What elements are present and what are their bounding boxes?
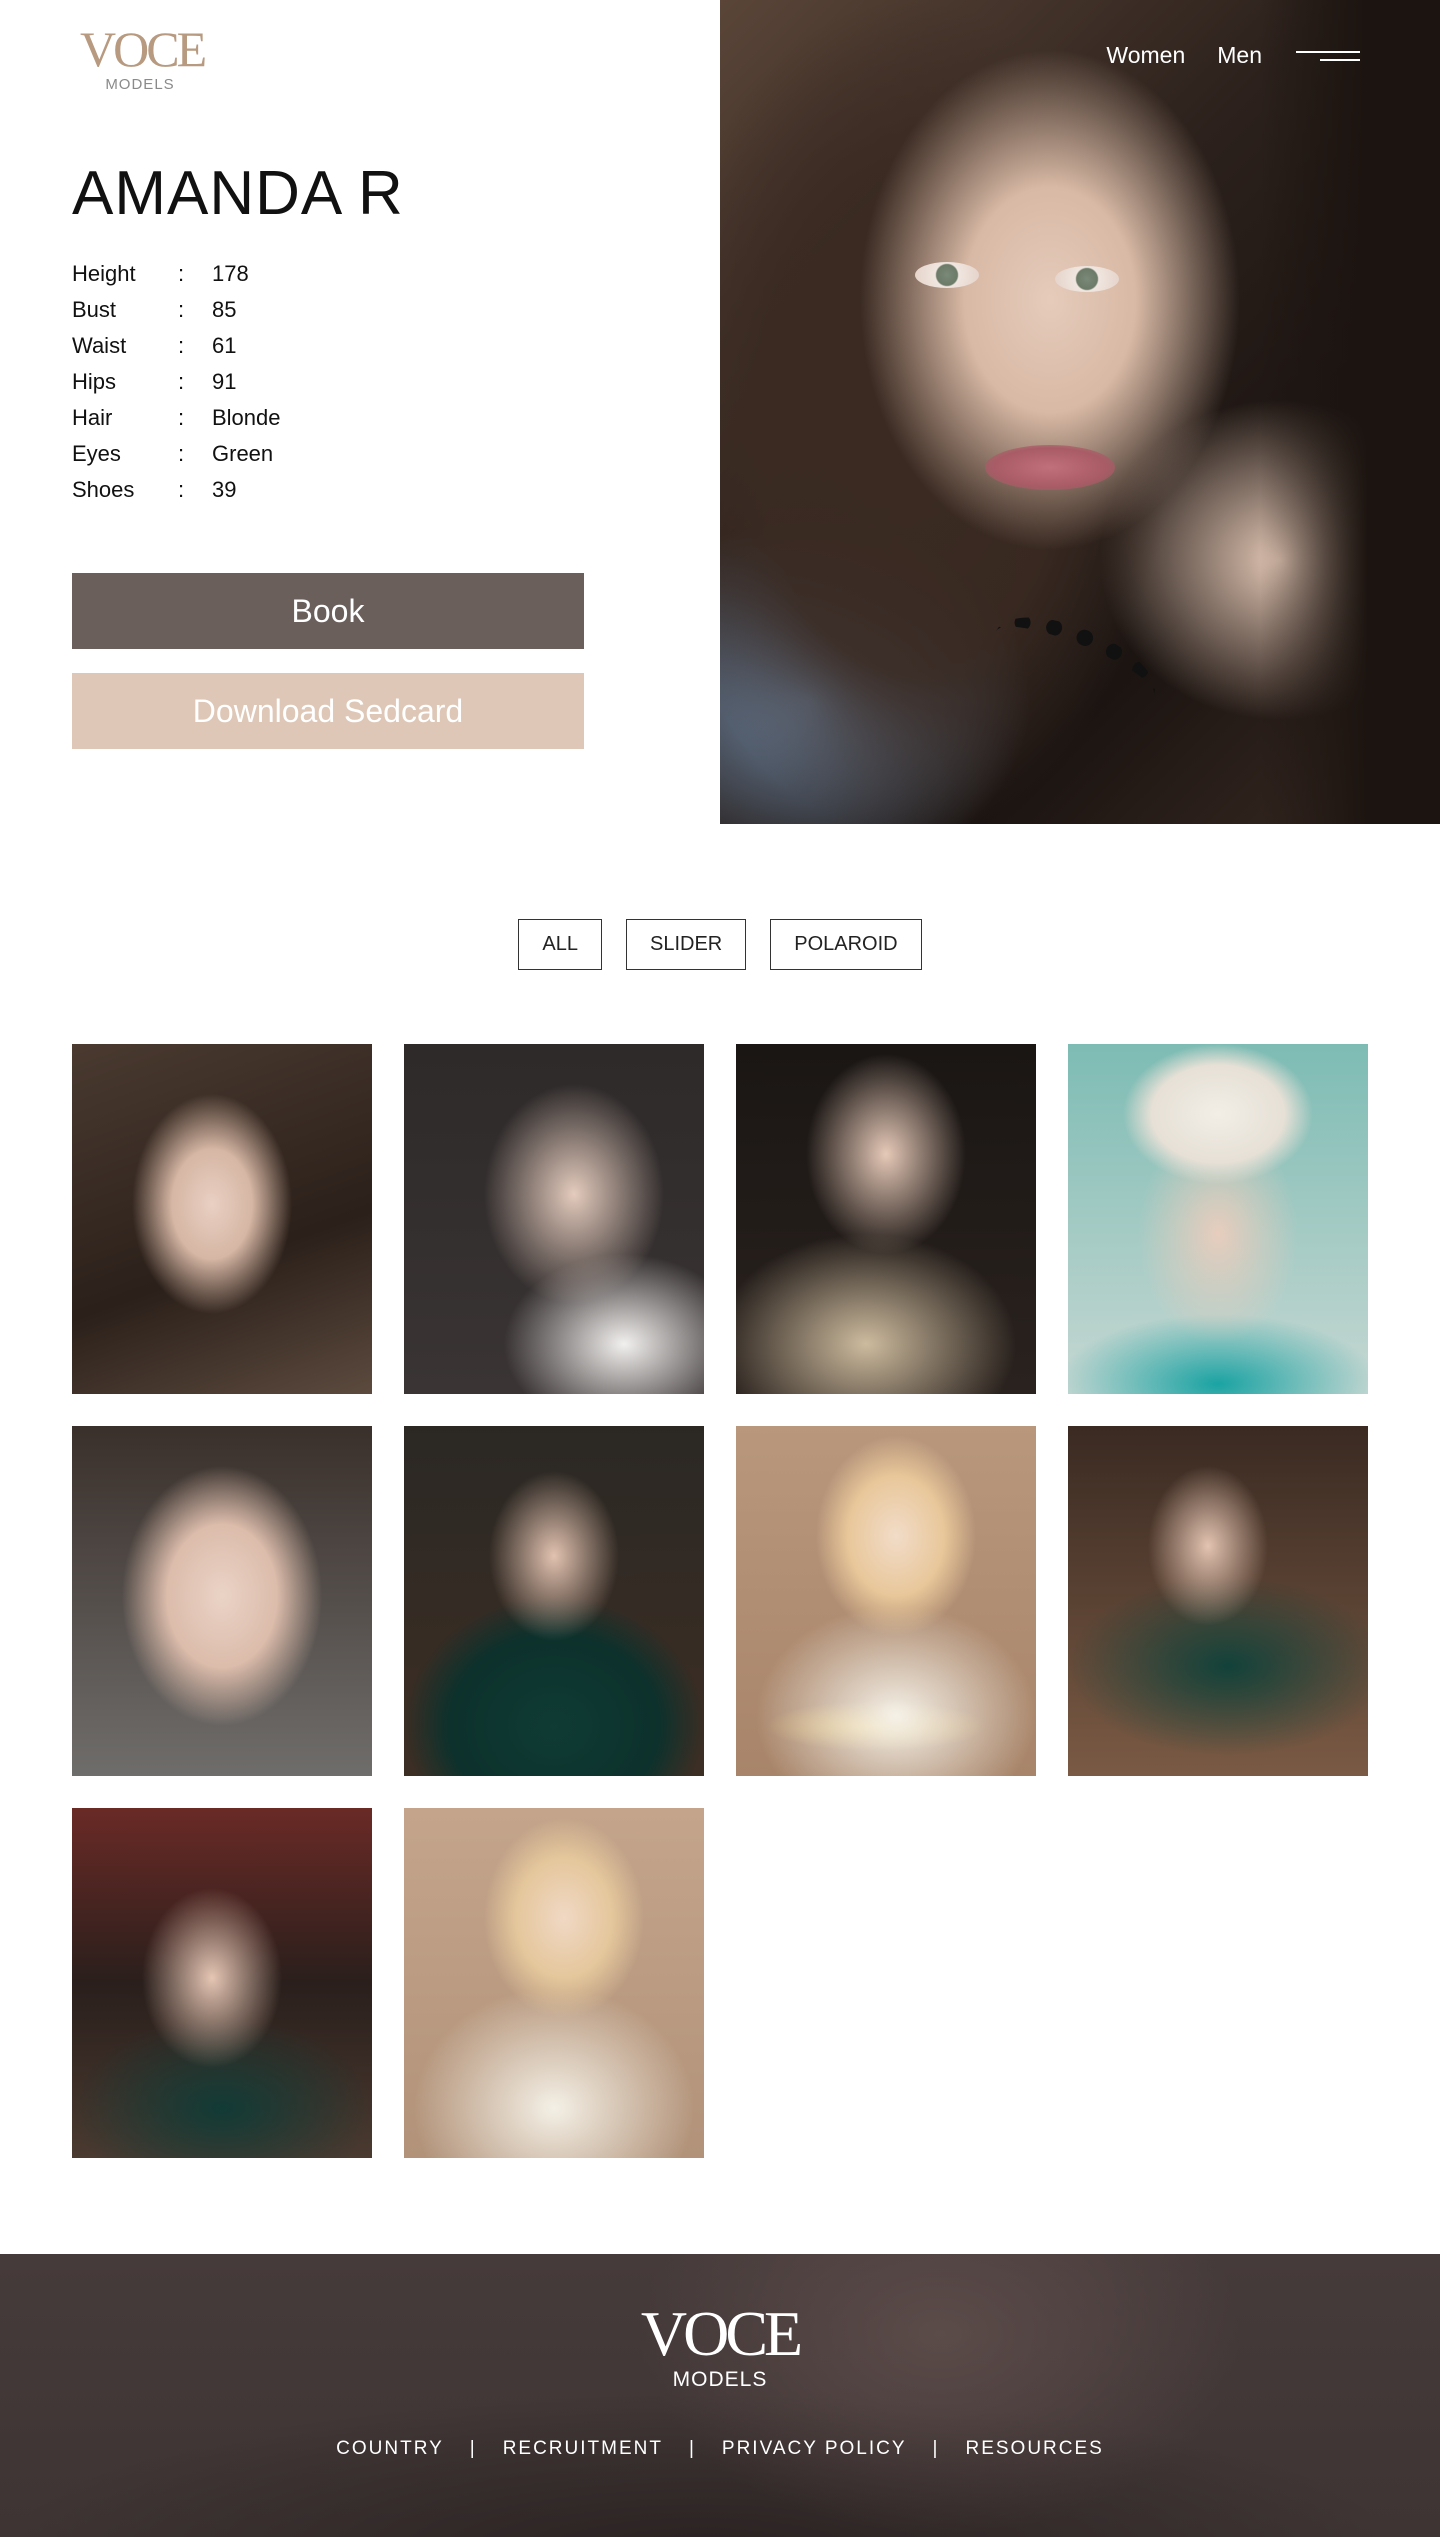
measurement-value: 91 bbox=[212, 369, 237, 394]
gallery-photo[interactable] bbox=[404, 1426, 704, 1776]
measurement-label: Hips bbox=[72, 369, 117, 394]
measurement-value: 178 bbox=[212, 261, 249, 286]
photo-lips bbox=[985, 445, 1115, 490]
top-navigation: Women Men bbox=[1106, 42, 1360, 69]
brand-logo[interactable]: VOCE MODELS bbox=[80, 21, 207, 93]
photo-eye-left bbox=[915, 262, 979, 288]
footer-link-privacy-policy[interactable]: PRIVACY POLICY bbox=[722, 2438, 907, 2460]
gallery-photo[interactable] bbox=[404, 1808, 704, 2158]
photo-eye-right bbox=[1055, 266, 1119, 292]
measurement-value: Green bbox=[212, 441, 274, 466]
measurement-row-shoes: Shoes : 39 bbox=[72, 472, 281, 508]
nav-men-link[interactable]: Men bbox=[1217, 42, 1262, 69]
hamburger-menu-icon[interactable] bbox=[1296, 46, 1360, 66]
filter-polaroid-button[interactable]: POLAROID bbox=[770, 919, 922, 970]
measurement-row-hips: Hips : 91 bbox=[72, 364, 281, 400]
footer-link-country[interactable]: COUNTRY bbox=[336, 2438, 444, 2460]
measurement-label: Shoes bbox=[72, 477, 135, 502]
measurement-label: Height bbox=[72, 261, 136, 286]
gallery-photo[interactable] bbox=[72, 1808, 372, 2158]
book-button[interactable]: Book bbox=[72, 573, 584, 649]
download-sedcard-button[interactable]: Download Sedcard bbox=[72, 673, 584, 749]
measurement-label: Eyes bbox=[72, 441, 121, 466]
measurement-row-eyes: Eyes : Green bbox=[72, 436, 281, 472]
gallery-photo[interactable] bbox=[72, 1044, 372, 1394]
footer-divider: | bbox=[932, 2438, 940, 2459]
footer-logo-mark: VOCE bbox=[640, 2298, 803, 2369]
measurement-label: Hair bbox=[72, 405, 113, 430]
site-footer: VOCE MODELS COUNTRY | RECRUITMENT | PRIV… bbox=[0, 2254, 1440, 2537]
logo-mark: VOCE bbox=[80, 21, 207, 77]
measurement-separator: : bbox=[178, 369, 185, 394]
measurement-label: Bust bbox=[72, 297, 117, 322]
gallery-photo[interactable] bbox=[72, 1426, 372, 1776]
measurement-row-height: Height : 178 bbox=[72, 256, 281, 292]
measurement-value: 39 bbox=[212, 477, 237, 502]
photo-bracelet bbox=[983, 598, 1167, 728]
photo-shade bbox=[1260, 0, 1440, 824]
gallery-photo[interactable] bbox=[1068, 1044, 1368, 1394]
footer-link-resources[interactable]: RESOURCES bbox=[965, 2438, 1103, 2460]
measurement-separator: : bbox=[178, 477, 185, 502]
photo-gallery bbox=[72, 1044, 1368, 2158]
gallery-photo[interactable] bbox=[1068, 1426, 1368, 1776]
logo-subtitle: MODELS bbox=[105, 76, 175, 93]
measurement-row-bust: Bust : 85 bbox=[72, 292, 281, 328]
footer-link-recruitment[interactable]: RECRUITMENT bbox=[503, 2438, 663, 2460]
gallery-photo[interactable] bbox=[736, 1044, 1036, 1394]
measurement-separator: : bbox=[178, 261, 185, 286]
gallery-photo[interactable] bbox=[404, 1044, 704, 1394]
measurement-row-waist: Waist : 61 bbox=[72, 328, 281, 364]
hero-model-photo bbox=[720, 0, 1440, 824]
footer-links: COUNTRY | RECRUITMENT | PRIVACY POLICY |… bbox=[0, 2438, 1440, 2460]
measurement-value: 61 bbox=[212, 333, 237, 358]
nav-women-link[interactable]: Women bbox=[1106, 42, 1185, 69]
measurement-value: 85 bbox=[212, 297, 237, 322]
footer-logo-subtitle: MODELS bbox=[672, 2368, 768, 2391]
footer-logo[interactable]: VOCE MODELS bbox=[0, 2302, 1440, 2392]
measurements-list: Height : 178 Bust : 85 Waist : 61 Hips :… bbox=[72, 256, 281, 508]
footer-divider: | bbox=[469, 2438, 477, 2459]
footer-divider: | bbox=[688, 2438, 696, 2459]
measurement-separator: : bbox=[178, 405, 185, 430]
measurement-separator: : bbox=[178, 333, 185, 358]
model-name: AMANDA R bbox=[72, 159, 404, 228]
gallery-photo[interactable] bbox=[736, 1426, 1036, 1776]
filter-all-button[interactable]: ALL bbox=[518, 919, 602, 970]
measurement-label: Waist bbox=[72, 333, 127, 358]
measurement-value: Blonde bbox=[212, 405, 281, 430]
measurement-separator: : bbox=[178, 297, 185, 322]
measurement-separator: : bbox=[178, 441, 185, 466]
measurement-row-hair: Hair : Blonde bbox=[72, 400, 281, 436]
filter-slider-button[interactable]: SLIDER bbox=[625, 919, 747, 970]
gallery-filters: ALL SLIDER POLAROID bbox=[0, 919, 1440, 970]
